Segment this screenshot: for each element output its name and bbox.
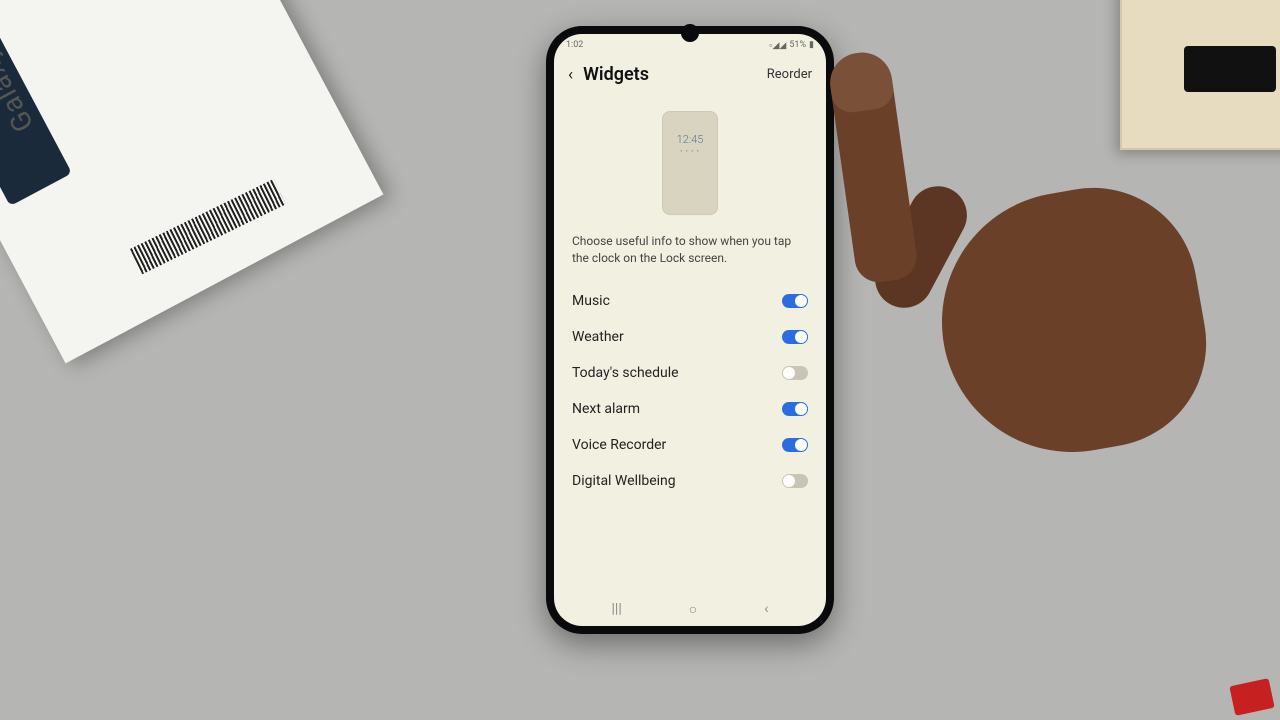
- preview-dots: • • • •: [680, 148, 700, 155]
- back-icon[interactable]: ‹: [568, 65, 573, 85]
- home-icon[interactable]: ○: [689, 601, 697, 618]
- widget-label: Next alarm: [572, 401, 640, 417]
- signal-icon: ▫◢◢: [769, 40, 786, 51]
- hand: [802, 62, 1162, 502]
- widget-label: Today's schedule: [572, 365, 679, 381]
- widget-row-weather: Weather: [554, 319, 826, 355]
- barcode: [130, 179, 286, 274]
- toggle-digital-wellbeing[interactable]: [782, 474, 808, 488]
- widget-label: Digital Wellbeing: [572, 473, 676, 489]
- corner-logo: [1229, 678, 1274, 716]
- recents-icon[interactable]: |||: [612, 601, 622, 617]
- toggle-next-alarm[interactable]: [782, 402, 808, 416]
- widget-label: Voice Recorder: [572, 437, 666, 453]
- widget-row-voice-recorder: Voice Recorder: [554, 427, 826, 463]
- app-bar: ‹ Widgets Reorder: [554, 54, 826, 93]
- page-title: Widgets: [583, 64, 757, 85]
- lockscreen-preview[interactable]: 12:45 • • • •: [662, 111, 718, 215]
- wood-block: [1120, 0, 1280, 150]
- toggle-music[interactable]: [782, 294, 808, 308]
- lockscreen-preview-area: 12:45 • • • •: [554, 93, 826, 229]
- toggle-voice-recorder[interactable]: [782, 438, 808, 452]
- widget-row-music: Music: [554, 283, 826, 319]
- nav-back-icon[interactable]: ‹: [764, 601, 768, 617]
- preview-clock: 12:45: [677, 133, 704, 146]
- wood-clip: [1184, 46, 1276, 92]
- widget-label: Weather: [572, 329, 624, 345]
- battery-icon: ▮: [809, 40, 814, 50]
- description-text: Choose useful info to show when you tap …: [554, 229, 826, 283]
- reorder-button[interactable]: Reorder: [767, 67, 812, 82]
- navigation-bar: ||| ○ ‹: [554, 596, 826, 626]
- widgets-list: Music Weather Today's schedule Next alar…: [554, 283, 826, 499]
- phone-screen: 1:02 ▫◢◢ 51% ▮ ‹ Widgets Reorder 12:45 •…: [554, 34, 826, 626]
- widget-row-todays-schedule: Today's schedule: [554, 355, 826, 391]
- camera-notch: [681, 24, 699, 42]
- widget-label: Music: [572, 293, 610, 309]
- widget-row-digital-wellbeing: Digital Wellbeing: [554, 463, 826, 499]
- product-box-label: Galaxy A06: [0, 0, 40, 138]
- status-time: 1:02: [566, 40, 583, 50]
- battery-text: 51%: [789, 40, 806, 50]
- product-box: Galaxy A06: [0, 0, 383, 363]
- phone-frame: 1:02 ▫◢◢ 51% ▮ ‹ Widgets Reorder 12:45 •…: [546, 26, 834, 634]
- widget-row-next-alarm: Next alarm: [554, 391, 826, 427]
- toggle-weather[interactable]: [782, 330, 808, 344]
- toggle-todays-schedule[interactable]: [782, 366, 808, 380]
